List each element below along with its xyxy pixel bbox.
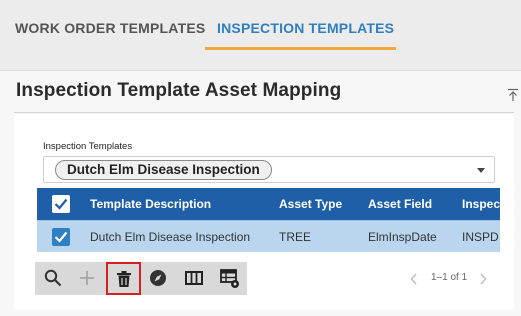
pagination-range: 1–1 of 1 xyxy=(431,272,468,283)
table-row[interactable]: Dutch Elm Disease Inspection TREE ElmIns… xyxy=(37,220,500,252)
tab-work-order-templates[interactable]: WORK ORDER TEMPLATES xyxy=(15,20,205,36)
search-icon xyxy=(44,269,62,287)
columns-button[interactable] xyxy=(177,262,211,295)
column-header-asset-field[interactable]: Asset Field xyxy=(368,188,432,220)
trash-icon xyxy=(117,271,131,287)
select-all-checkbox[interactable] xyxy=(52,195,70,213)
table-header: Template Description Asset Type Asset Fi… xyxy=(37,188,500,220)
add-button[interactable] xyxy=(70,262,104,295)
table-toolbar xyxy=(35,262,247,295)
pagination: 1–1 of 1 xyxy=(410,272,490,286)
chevron-left-icon[interactable] xyxy=(410,273,418,285)
table-settings-button[interactable] xyxy=(212,262,246,295)
search-button[interactable] xyxy=(36,262,70,295)
dropdown-caret-icon[interactable] xyxy=(477,168,485,173)
panel-title: Inspection Template Asset Mapping xyxy=(16,80,342,101)
active-tab-indicator xyxy=(205,47,396,50)
inspection-templates-select[interactable]: Dutch Elm Disease Inspection xyxy=(43,156,495,183)
inspection-templates-label: Inspection Templates xyxy=(43,141,133,152)
cell-inspection: INSPD xyxy=(462,230,499,244)
title-divider xyxy=(14,112,514,113)
compass-icon xyxy=(150,270,166,286)
row-checkbox[interactable] xyxy=(52,228,70,246)
column-header-asset-type[interactable]: Asset Type xyxy=(279,188,342,220)
add-icon xyxy=(80,271,94,285)
cell-asset-field: ElmInspDate xyxy=(368,230,437,244)
navigate-button[interactable] xyxy=(141,262,175,295)
column-header-inspection[interactable]: Inspec xyxy=(462,188,500,220)
selected-template-chip[interactable]: Dutch Elm Disease Inspection xyxy=(55,160,272,180)
column-header-template-description[interactable]: Template Description xyxy=(90,188,211,220)
collapse-panel-icon[interactable] xyxy=(507,88,519,102)
delete-button[interactable] xyxy=(106,262,141,295)
cell-template-description: Dutch Elm Disease Inspection xyxy=(90,230,251,244)
mapping-table: Template Description Asset Type Asset Fi… xyxy=(37,188,500,252)
tab-inspection-templates[interactable]: INSPECTION TEMPLATES xyxy=(217,20,394,36)
tab-bar: WORK ORDER TEMPLATES INSPECTION TEMPLATE… xyxy=(0,0,521,52)
table-settings-icon xyxy=(220,269,239,288)
columns-icon xyxy=(185,271,203,285)
chevron-right-icon[interactable] xyxy=(479,273,487,285)
cell-asset-type: TREE xyxy=(279,230,312,244)
